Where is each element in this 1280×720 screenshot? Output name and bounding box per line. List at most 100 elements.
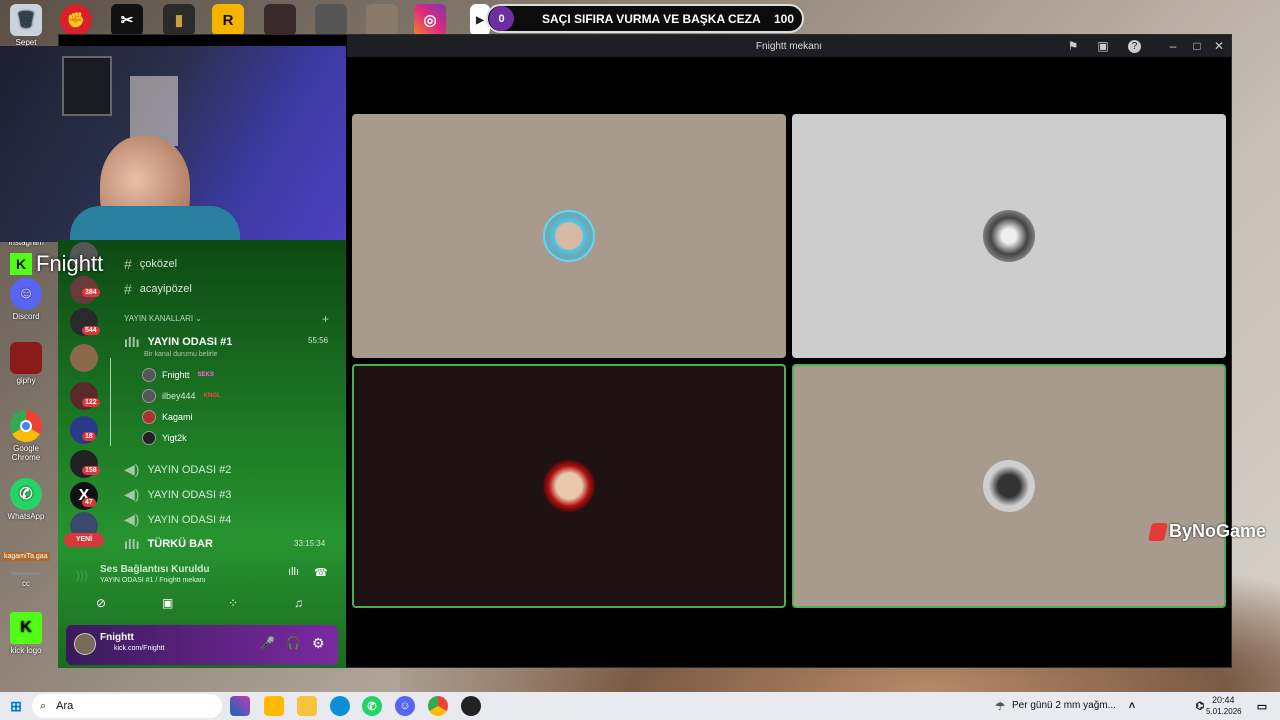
notification-icon[interactable]: ▭ (1252, 696, 1272, 716)
soundboard-icon[interactable]: ♫ (294, 596, 303, 610)
desktop-icon-label[interactable]: kagamiTa.gaa (2, 552, 50, 561)
voice-channel-active[interactable]: ıllı YAYIN ODASI #1 (124, 334, 232, 350)
chevron-down-icon: ⌄ (195, 314, 202, 323)
voice-connection-panel: ))) Ses Bağlantısı Kuruldu YAYIN ODASI #… (68, 560, 336, 620)
wall-frame (62, 56, 112, 116)
streamer-name: Fnightt (36, 251, 104, 276)
app-icon-dark[interactable]: ▮ (163, 4, 195, 36)
clock-date[interactable]: 5.01.2026 (1206, 707, 1242, 716)
desktop-icon-label: kick logo (10, 646, 42, 655)
desktop-icon-recycle-bin[interactable]: 🗑 Sepet (4, 4, 48, 47)
speaker-icon: ◀) (124, 486, 140, 502)
app-icon-red[interactable]: ✊ (60, 4, 92, 36)
channel-timer: 33:15:34 (294, 539, 326, 548)
headphones-icon[interactable]: 🎧 (286, 636, 301, 650)
disconnect-icon[interactable]: ☎ (314, 566, 328, 579)
server-icon[interactable] (70, 344, 98, 372)
start-icon[interactable]: ⊞ (6, 696, 26, 716)
streamer-body (70, 206, 240, 242)
desktop-icon-label: giphy (16, 376, 36, 385)
copilot-icon[interactable] (230, 696, 250, 716)
text-channel[interactable]: # acayipözel (124, 281, 192, 297)
bynogame-logo: ByNoGame (1148, 521, 1266, 542)
capcut-icon[interactable]: ✂ (111, 4, 143, 36)
weather-text[interactable]: Per günü 2 mm yağm... (1012, 700, 1116, 711)
voice-channel[interactable]: ıllı TÜRKÜ BAR (124, 536, 213, 552)
video-tile-fnightt[interactable] (352, 114, 786, 358)
search-label: Ara (56, 700, 74, 712)
unread-badge: 544 (82, 326, 100, 335)
giphy-icon (10, 342, 42, 374)
app-icon-thumb[interactable] (315, 4, 347, 36)
edge-icon[interactable] (330, 696, 350, 716)
file-explorer-icon[interactable] (297, 696, 317, 716)
member-tree-line (110, 358, 111, 446)
search-box[interactable]: ⌕ Ara (32, 694, 222, 718)
voice-location[interactable]: YAYIN ODASI #1 / Fnightt mekanı (100, 577, 206, 584)
video-tile-ilbey444[interactable] (792, 114, 1226, 358)
camera-off-icon[interactable]: ⊘ (96, 596, 106, 610)
chevron-up-icon[interactable]: ˄ (1122, 696, 1142, 716)
store-icon[interactable] (264, 696, 284, 716)
desktop-icon-label: Google Chrome (11, 444, 41, 462)
help-icon[interactable]: ? (1128, 40, 1141, 53)
unread-badge: 384 (82, 288, 100, 297)
recycle-bin-icon: 🗑 (10, 4, 42, 36)
voice-channel[interactable]: ◀) YAYIN ODASI #4 (124, 511, 231, 528)
voice-member[interactable]: Kagami (142, 410, 193, 424)
channel-name: çoközel (139, 258, 178, 270)
channel-sidebar: 384 544 122 18 158 X 47 YENİ # çoközel # a… (58, 240, 346, 668)
instagram-icon[interactable]: ◎ (414, 4, 446, 36)
voice-member[interactable]: ilbey444 KNGL (142, 389, 221, 403)
kick-icon: K (10, 612, 42, 644)
desktop-icon-whatsapp[interactable]: ✆ WhatsApp (4, 478, 48, 521)
signal-icon: ))) (76, 568, 88, 582)
channel-name: acayipözel (139, 283, 192, 295)
avatar (543, 210, 595, 262)
voice-channel[interactable]: ◀) YAYIN ODASI #2 (124, 461, 231, 478)
voice-member[interactable]: Fnightt SEKS (142, 368, 214, 382)
noise-suppression-icon[interactable]: ıllı (288, 566, 299, 578)
app-icon-thumb[interactable] (264, 4, 296, 36)
close-button[interactable]: ✕ (1211, 38, 1227, 54)
poll-left-count: 0 (489, 6, 514, 31)
voice-channel[interactable]: ◀) YAYIN ODASI #3 (124, 486, 231, 503)
desktop-icon-cc[interactable]: cc (4, 572, 48, 588)
desktop-icon-discord[interactable]: ☺ Discord (4, 278, 48, 321)
discord-icon[interactable]: ☺ (395, 696, 415, 716)
whatsapp-icon[interactable]: ✆ (362, 696, 382, 716)
member-tag: SEKS (197, 372, 214, 378)
activities-icon[interactable]: ⁘ (228, 596, 238, 610)
screen-share-icon[interactable]: ▣ (162, 596, 173, 610)
channel-status[interactable]: Bir kanal durumu belirle (144, 351, 218, 358)
speaker-icon: ◀) (124, 511, 140, 527)
rockstar-icon[interactable]: R (212, 4, 244, 36)
chrome-icon[interactable] (428, 696, 448, 716)
app-icon-thumb[interactable] (366, 4, 398, 36)
category-name: YAYIN KANALLARI (124, 314, 194, 323)
flag-icon[interactable]: ⚑ (1065, 38, 1081, 54)
obs-icon[interactable] (461, 696, 481, 716)
desktop-icon-chrome[interactable]: Google Chrome (4, 410, 48, 462)
desktop-icon-giphy[interactable]: giphy (4, 342, 48, 385)
gear-icon[interactable]: ⚙ (312, 635, 325, 652)
screen-share-icon[interactable]: ▣ (1095, 38, 1111, 54)
video-tile-yigt2k[interactable] (792, 364, 1226, 608)
maximize-button[interactable]: □ (1189, 38, 1205, 54)
voice-member[interactable]: Yigt2k (142, 431, 187, 445)
video-tile-kagami[interactable] (352, 364, 786, 608)
desktop-icon-kick-logo[interactable]: Kkick logo (4, 612, 48, 655)
poll-right-count: 100 (773, 11, 794, 26)
poll-title: SAÇI SIFIRA VURMA VE BAŞKA CEZA (542, 11, 761, 26)
webcam-overlay (0, 46, 346, 242)
channel-name: YAYIN ODASI #3 (147, 488, 232, 501)
minimize-button[interactable]: – (1165, 38, 1181, 54)
category-header[interactable]: YAYIN KANALLARI ⌄ (124, 314, 202, 323)
avatar[interactable] (74, 633, 96, 655)
hash-icon: # (124, 281, 132, 297)
add-channel-icon[interactable]: + (322, 312, 329, 326)
text-channel[interactable]: # çoközel (124, 256, 177, 272)
clock-time[interactable]: 20:44 (1212, 695, 1235, 705)
avatar (543, 460, 595, 512)
microphone-icon[interactable]: 🎤 (260, 636, 275, 650)
